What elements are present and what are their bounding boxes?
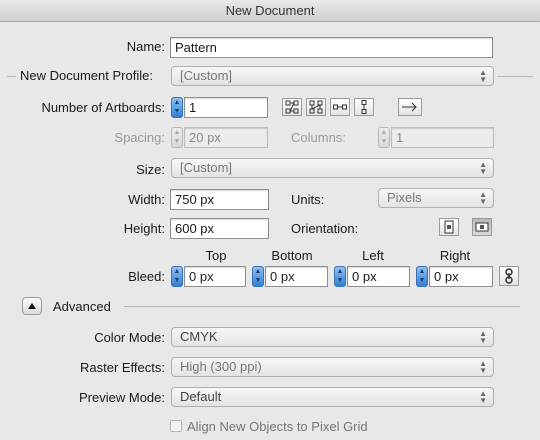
align-pixel-grid-label[interactable]: Align New Objects to Pixel Grid [187,419,368,434]
bleed-top-label: Top [205,248,227,263]
landscape-icon[interactable] [472,218,492,236]
updown-arrows-icon: ▲ ▼ [479,329,487,345]
bleed-left-field[interactable]: 0 px [347,266,410,287]
bleed-right-stepper[interactable]: ▲ ▼ [416,266,428,287]
units-select[interactable]: Pixels ▲ ▼ [378,188,494,208]
bleed-right-field[interactable]: 0 px [429,266,493,287]
portrait-icon[interactable] [439,218,459,236]
profile-select-value: [Custom] [180,68,233,83]
preview-mode-select[interactable]: Default ▲ ▼ [171,387,494,407]
spacing-label: Spacing: [114,130,165,145]
arrange-by-row-icon[interactable] [330,98,350,116]
width-field[interactable]: 750 px [170,189,269,210]
raster-effects-label: Raster Effects: [79,360,165,375]
chain-link-icon[interactable] [499,266,519,286]
bleed-top-stepper[interactable]: ▲ ▼ [171,266,183,287]
grid-by-row-icon[interactable] [282,98,302,116]
advanced-divider [124,306,520,307]
preview-mode-label: Preview Mode: [79,390,165,405]
columns-label: Columns: [291,130,346,145]
bleed-top-field[interactable]: 0 px [184,266,246,287]
advanced-toggle-button[interactable] [22,297,42,315]
units-label: Units: [291,192,325,207]
bleed-right-label: Right [439,248,471,263]
grid-by-column-icon[interactable] [306,98,326,116]
bleed-bottom-label: Bottom [271,248,313,263]
advanced-label: Advanced [53,299,111,314]
arrange-by-column-icon[interactable] [354,98,374,116]
updown-arrows-icon: ▲ ▼ [479,190,487,206]
size-select[interactable]: [Custom] ▲ ▼ [171,158,494,178]
preview-mode-value: Default [180,389,222,404]
height-label: Height: [123,221,165,236]
updown-arrows-icon: ▲ ▼ [479,68,487,84]
triangle-up-icon [28,303,36,309]
bleed-left-label: Left [362,248,384,263]
window-title: New Document [0,0,540,22]
color-mode-value: CMYK [180,329,218,344]
name-label: Name: [126,39,165,54]
bleed-bottom-field[interactable]: 0 px [265,266,328,287]
width-label: Width: [128,192,165,207]
size-select-value: [Custom] [180,160,233,175]
updown-arrows-icon: ▲ ▼ [479,389,487,405]
group-border-right [497,76,533,77]
artboards-stepper[interactable]: ▲ ▼ [171,97,183,118]
height-field[interactable]: 600 px [170,218,269,239]
artboards-label: Number of Artboards: [41,100,165,115]
left-to-right-icon[interactable] [398,98,422,116]
bleed-left-stepper[interactable]: ▲ ▼ [334,266,346,287]
name-field[interactable]: Pattern [170,37,493,58]
raster-effects-select[interactable]: High (300 ppi) ▲ ▼ [171,357,494,377]
artboards-field[interactable]: 1 [184,97,268,118]
updown-arrows-icon: ▲ ▼ [479,359,487,375]
spacing-field[interactable]: 20 px [184,127,268,148]
group-border-left [7,76,16,77]
bleed-label: Bleed: [128,269,165,284]
profile-label: New Document Profile: [20,68,153,83]
align-pixel-grid-checkbox[interactable] [170,420,182,432]
size-label: Size: [136,162,165,177]
spacing-stepper[interactable]: ▲ ▼ [171,127,183,148]
profile-select[interactable]: [Custom] ▲ ▼ [171,66,494,86]
raster-effects-value: High (300 ppi) [180,359,262,374]
columns-field[interactable]: 1 [391,127,494,148]
updown-arrows-icon: ▲ ▼ [479,160,487,176]
bleed-bottom-stepper[interactable]: ▲ ▼ [252,266,264,287]
color-mode-select[interactable]: CMYK ▲ ▼ [171,327,494,347]
columns-stepper[interactable]: ▲ ▼ [378,127,390,148]
orientation-label: Orientation: [291,221,359,236]
units-select-value: Pixels [387,190,422,205]
color-mode-label: Color Mode: [94,330,165,345]
